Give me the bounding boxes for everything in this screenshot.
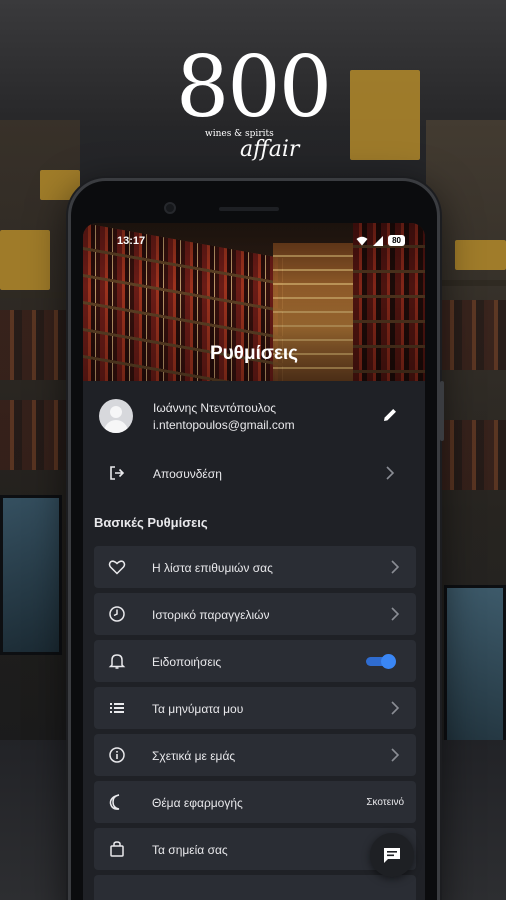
background-sign bbox=[455, 240, 506, 270]
list-icon bbox=[108, 699, 126, 717]
app-screen: 13:17 80 Ρυθμίσεις Ιωάννης Ντεντόπουλος … bbox=[83, 223, 425, 900]
signal-icon bbox=[373, 235, 384, 246]
settings-item-label: Ειδοποιήσεις bbox=[152, 655, 222, 669]
settings-item-label: Ιστορικό παραγγελιών bbox=[152, 608, 270, 622]
background-shelf bbox=[0, 292, 70, 298]
settings-item-label: Σχετικά με εμάς bbox=[152, 749, 236, 763]
settings-item-order-history[interactable]: Ιστορικό παραγγελιών bbox=[94, 593, 416, 635]
chevron-right-icon bbox=[385, 466, 395, 480]
settings-item-about[interactable]: Σχετικά με εμάς bbox=[94, 734, 416, 776]
header-banner: 13:17 80 Ρυθμίσεις bbox=[83, 223, 425, 381]
settings-item-notifications[interactable]: Ειδοποιήσεις bbox=[94, 640, 416, 682]
theme-value: Σκοτεινό bbox=[366, 797, 404, 808]
bag-icon bbox=[108, 840, 126, 858]
status-time: 13:17 bbox=[117, 235, 146, 247]
status-icons: 80 bbox=[356, 235, 405, 246]
logout-label: Αποσυνδέση bbox=[153, 467, 222, 481]
chevron-right-icon bbox=[390, 560, 400, 574]
user-name: Ιωάννης Ντεντόπουλος bbox=[153, 401, 277, 415]
status-bar: 13:17 80 bbox=[83, 233, 425, 251]
clock-icon bbox=[108, 605, 126, 623]
background-bottles bbox=[0, 400, 68, 470]
user-email: i.ntentopoulos@gmail.com bbox=[153, 418, 295, 432]
settings-item-messages[interactable]: Τα μηνύματα μου bbox=[94, 687, 416, 729]
settings-item-label: Τα μηνύματα μου bbox=[152, 702, 244, 716]
logo-script: affair bbox=[240, 137, 300, 162]
settings-item-label: Θέμα εφαρμογής bbox=[152, 796, 243, 810]
settings-item-label: Η λίστα επιθυμιών σας bbox=[152, 561, 273, 575]
settings-item-theme[interactable]: Θέμα εφαρμογής Σκοτεινό bbox=[94, 781, 416, 823]
background-bottles bbox=[0, 310, 68, 380]
brand-logo: 800 wines & spirits affair bbox=[0, 45, 506, 175]
battery-level: 80 bbox=[388, 235, 405, 246]
heart-icon bbox=[108, 558, 126, 576]
bell-icon bbox=[108, 652, 126, 670]
settings-item-label: Τα σημεία σας bbox=[152, 843, 228, 857]
settings-item-wishlist[interactable]: Η λίστα επιθυμιών σας bbox=[94, 546, 416, 588]
info-icon bbox=[108, 746, 126, 764]
background-shelf bbox=[440, 280, 506, 286]
phone-side-button bbox=[440, 381, 444, 441]
chat-button[interactable] bbox=[370, 833, 414, 877]
background-display bbox=[0, 495, 62, 655]
phone-speaker bbox=[219, 207, 279, 211]
edit-profile-button[interactable] bbox=[381, 406, 399, 424]
toggle-knob bbox=[381, 654, 396, 669]
background-sign bbox=[0, 230, 50, 290]
background-bottles bbox=[440, 300, 506, 370]
avatar[interactable] bbox=[99, 399, 133, 433]
chevron-right-icon bbox=[390, 701, 400, 715]
page-title: Ρυθμίσεις bbox=[209, 343, 299, 364]
section-title: Βασικές Ρυθμίσεις bbox=[94, 515, 208, 530]
avatar-head-shape bbox=[110, 406, 122, 418]
chat-icon bbox=[384, 848, 400, 863]
chevron-right-icon bbox=[390, 748, 400, 762]
settings-item-points[interactable]: Τα σημεία σας bbox=[94, 828, 416, 870]
wifi-icon bbox=[356, 236, 368, 246]
logout-icon bbox=[109, 465, 125, 481]
settings-item-partial[interactable] bbox=[94, 875, 416, 900]
moon-icon bbox=[108, 793, 126, 811]
phone-camera bbox=[164, 202, 176, 214]
notifications-toggle[interactable] bbox=[366, 654, 396, 669]
logo-number: 800 bbox=[175, 38, 332, 136]
phone-frame: 13:17 80 Ρυθμίσεις Ιωάννης Ντεντόπουλος … bbox=[68, 178, 444, 900]
background-bottles bbox=[440, 420, 506, 490]
avatar-body-shape bbox=[104, 420, 128, 433]
chevron-right-icon bbox=[390, 607, 400, 621]
logout-row[interactable]: Αποσυνδέση bbox=[83, 453, 425, 493]
pencil-icon bbox=[384, 409, 396, 421]
